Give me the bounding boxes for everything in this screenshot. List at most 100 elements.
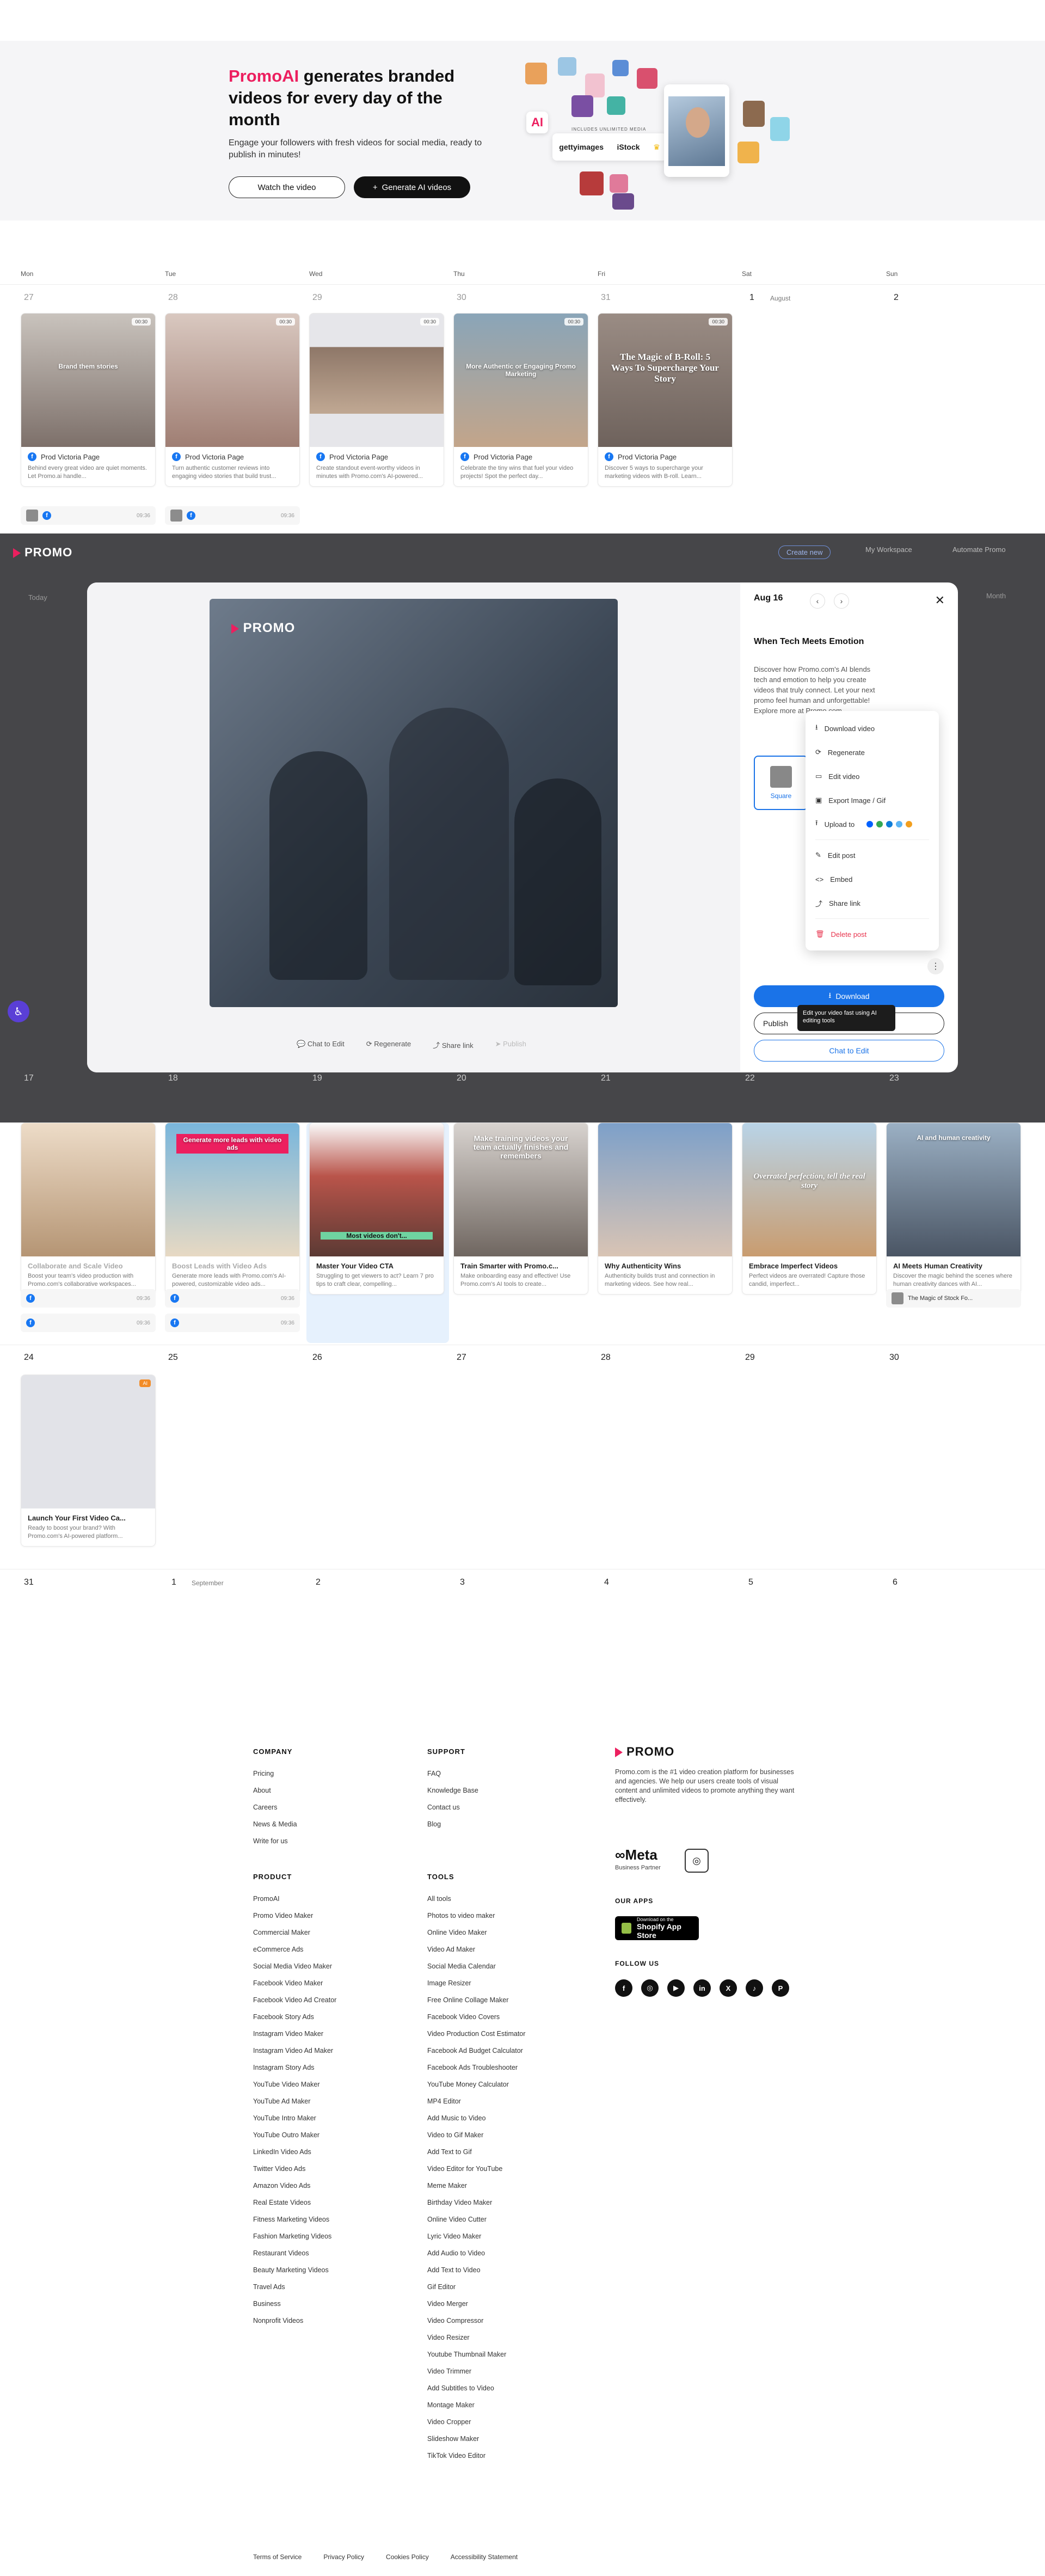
instagram-icon[interactable]: ◎: [641, 1979, 659, 1997]
footer-link[interactable]: Commercial Maker: [253, 1924, 336, 1941]
footer-link[interactable]: Facebook Video Maker: [253, 1975, 336, 1992]
footer-logo[interactable]: PROMO: [615, 1745, 795, 1759]
cookies-link[interactable]: Cookies Policy: [386, 2553, 429, 2561]
scheduled-post-bar[interactable]: f 09:36: [21, 506, 156, 525]
dropbox-icon[interactable]: [866, 821, 874, 827]
footer-link[interactable]: Online Video Maker: [427, 1924, 525, 1941]
chat-to-edit-button[interactable]: Chat to Edit: [754, 1040, 944, 1062]
youtube-icon[interactable]: ▶: [667, 1979, 685, 1997]
footer-link[interactable]: Instagram Video Maker: [253, 2026, 336, 2043]
footer-link[interactable]: Free Online Collage Maker: [427, 1992, 525, 2009]
close-icon[interactable]: ✕: [935, 593, 945, 608]
footer-link[interactable]: Careers: [253, 1799, 297, 1816]
footer-link[interactable]: Birthday Video Maker: [427, 2194, 525, 2211]
footer-link[interactable]: Montage Maker: [427, 2397, 525, 2414]
onedrive-icon[interactable]: [896, 821, 903, 827]
footer-link[interactable]: Social Media Calendar: [427, 1958, 525, 1975]
footer-link[interactable]: Business: [253, 2296, 336, 2313]
footer-link[interactable]: Beauty Marketing Videos: [253, 2262, 336, 2279]
workspace-select[interactable]: My Workspace: [865, 545, 912, 554]
footer-link[interactable]: YouTube Ad Maker: [253, 2093, 336, 2110]
post-card[interactable]: 00:30 More Authentic or Engaging Promo M…: [453, 313, 588, 487]
footer-link[interactable]: Meme Maker: [427, 2178, 525, 2194]
create-new-button[interactable]: Create new: [778, 545, 831, 559]
facebook-icon[interactable]: f: [615, 1979, 632, 1997]
footer-link[interactable]: About: [253, 1782, 297, 1799]
footer-link[interactable]: Facebook Video Covers: [427, 2009, 525, 2026]
footer-link[interactable]: Facebook Story Ads: [253, 2009, 336, 2026]
footer-link[interactable]: Add Audio to Video: [427, 2245, 525, 2262]
post-card[interactable]: AI Launch Your First Video Ca... Ready t…: [21, 1375, 156, 1547]
post-card[interactable]: Generate more leads with video ads Boost…: [165, 1123, 300, 1295]
footer-link[interactable]: YouTube Intro Maker: [253, 2110, 336, 2127]
footer-link[interactable]: Blog: [427, 1816, 478, 1833]
scheduled-post-bar[interactable]: The Magic of Stock Fo...: [886, 1289, 1021, 1308]
footer-link[interactable]: Video Compressor: [427, 2313, 525, 2329]
footer-link[interactable]: Facebook Video Ad Creator: [253, 1992, 336, 2009]
footer-link[interactable]: Video to Gif Maker: [427, 2127, 525, 2144]
footer-link[interactable]: Fitness Marketing Videos: [253, 2211, 336, 2228]
publish-action[interactable]: ➤ Publish: [495, 1040, 526, 1050]
footer-link[interactable]: Contact us: [427, 1799, 478, 1816]
footer-link[interactable]: PromoAI: [253, 1891, 336, 1908]
shopify-app-store-badge[interactable]: Download on the Shopify App Store: [615, 1916, 699, 1940]
footer-link[interactable]: eCommerce Ads: [253, 1941, 336, 1958]
footer-link[interactable]: Nonprofit Videos: [253, 2313, 336, 2329]
post-card[interactable]: Why Authenticity Wins Authenticity build…: [598, 1123, 733, 1295]
format-square-option[interactable]: Square: [754, 756, 808, 810]
footer-link[interactable]: Facebook Ads Troubleshooter: [427, 2059, 525, 2076]
post-card[interactable]: Overrated perfection, tell the real stor…: [742, 1123, 877, 1295]
tiktok-icon[interactable]: ♪: [746, 1979, 763, 1997]
footer-link[interactable]: Knowledge Base: [427, 1782, 478, 1799]
download-button[interactable]: ⭳ Download: [754, 985, 944, 1007]
next-post-button[interactable]: ›: [834, 593, 849, 609]
footer-link[interactable]: YouTube Money Calculator: [427, 2076, 525, 2093]
scheduled-post-bar[interactable]: f 09:36: [21, 1289, 156, 1308]
footer-link[interactable]: Video Trimmer: [427, 2363, 525, 2380]
footer-link[interactable]: Fashion Marketing Videos: [253, 2228, 336, 2245]
post-card[interactable]: Most videos don't... Master Your Video C…: [309, 1123, 444, 1295]
automate-promo-button[interactable]: Automate Promo: [952, 545, 1006, 554]
footer-link[interactable]: Write for us: [253, 1833, 297, 1850]
menu-delete-post[interactable]: 🗑 Delete post: [806, 922, 939, 946]
footer-link[interactable]: All tools: [427, 1891, 525, 1908]
footer-link[interactable]: Instagram Story Ads: [253, 2059, 336, 2076]
share-link-action[interactable]: ⤴ Share link: [433, 1040, 473, 1050]
more-options-button[interactable]: ⋮: [927, 958, 944, 974]
chat-to-edit-action[interactable]: 💬 Chat to Edit: [297, 1040, 345, 1050]
footer-link[interactable]: News & Media: [253, 1816, 297, 1833]
privacy-link[interactable]: Privacy Policy: [323, 2553, 364, 2561]
regenerate-action[interactable]: ⟳ Regenerate: [366, 1040, 411, 1050]
footer-link[interactable]: YouTube Video Maker: [253, 2076, 336, 2093]
footer-link[interactable]: Add Subtitles to Video: [427, 2380, 525, 2397]
footer-link[interactable]: Lyric Video Maker: [427, 2228, 525, 2245]
footer-link[interactable]: Travel Ads: [253, 2279, 336, 2296]
footer-link[interactable]: Instagram Video Ad Maker: [253, 2043, 336, 2059]
footer-link[interactable]: Twitter Video Ads: [253, 2161, 336, 2178]
footer-link[interactable]: TikTok Video Editor: [427, 2448, 525, 2464]
footer-link[interactable]: YouTube Outro Maker: [253, 2127, 336, 2144]
footer-link[interactable]: Online Video Cutter: [427, 2211, 525, 2228]
footer-link[interactable]: MP4 Editor: [427, 2093, 525, 2110]
footer-link[interactable]: Video Production Cost Estimator: [427, 2026, 525, 2043]
watch-video-button[interactable]: Watch the video: [229, 176, 345, 198]
scheduled-post-bar[interactable]: f 09:36: [165, 1289, 300, 1308]
menu-edit-video[interactable]: ▭ Edit video: [806, 764, 939, 788]
menu-share-link[interactable]: ⤴ Share link: [806, 891, 939, 915]
footer-link[interactable]: Video Merger: [427, 2296, 525, 2313]
box-icon[interactable]: [886, 821, 893, 827]
footer-link[interactable]: Photos to video maker: [427, 1908, 525, 1924]
accessibility-link[interactable]: Accessibility Statement: [451, 2553, 518, 2561]
linkedin-icon[interactable]: in: [693, 1979, 711, 1997]
footer-link[interactable]: Video Ad Maker: [427, 1941, 525, 1958]
footer-link[interactable]: Add Text to Video: [427, 2262, 525, 2279]
canva-icon[interactable]: [906, 821, 913, 827]
footer-link[interactable]: Gif Editor: [427, 2279, 525, 2296]
scheduled-post-bar[interactable]: f 09:36: [165, 506, 300, 525]
footer-link[interactable]: Pricing: [253, 1765, 297, 1782]
scheduled-post-bar[interactable]: f 09:36: [21, 1314, 156, 1332]
footer-link[interactable]: Social Media Video Maker: [253, 1958, 336, 1975]
menu-regenerate[interactable]: ⟳ Regenerate: [806, 740, 939, 764]
footer-link[interactable]: Slideshow Maker: [427, 2431, 525, 2448]
post-card[interactable]: Make training videos your team actually …: [453, 1123, 588, 1295]
